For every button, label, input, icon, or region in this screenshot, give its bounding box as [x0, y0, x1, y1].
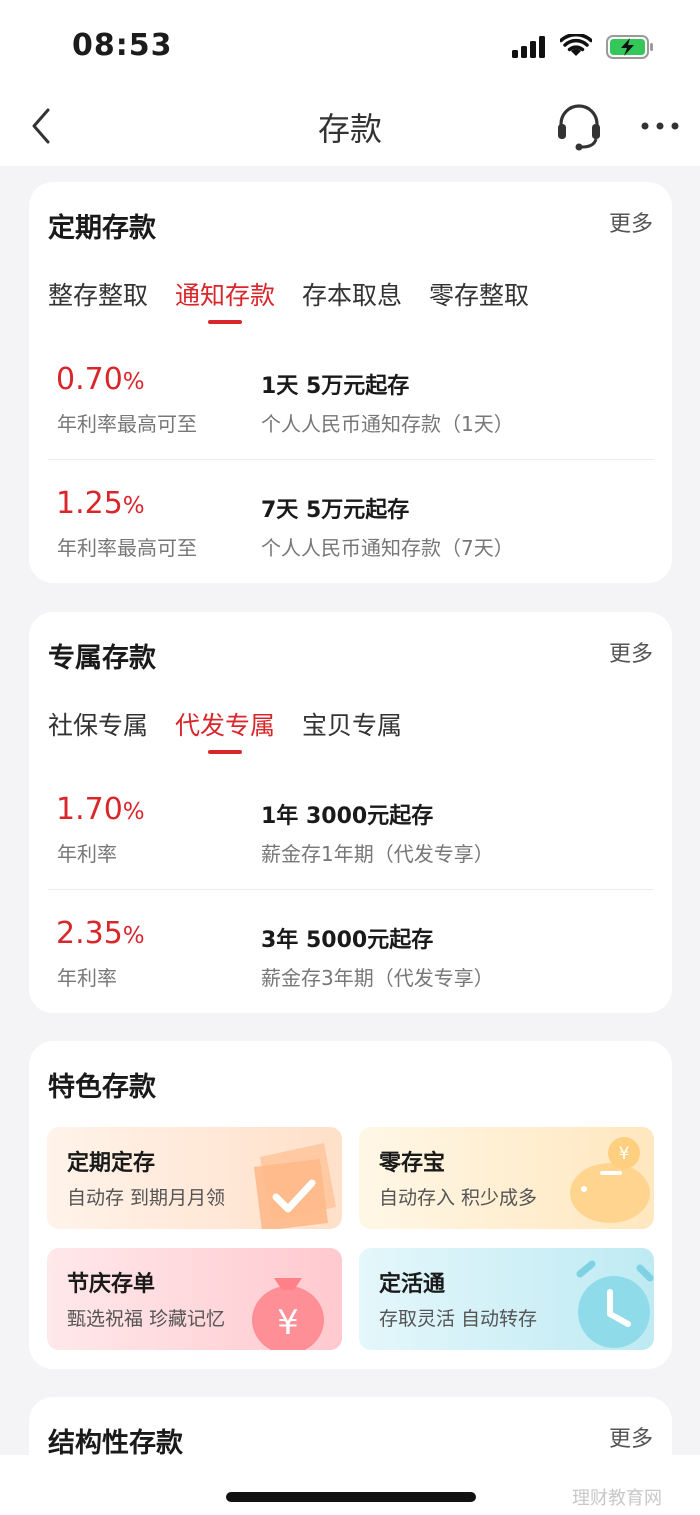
tab-installment-deposit[interactable]: 零存整取 — [429, 276, 529, 312]
exclusive-deposit-tabs: 社保专属 代发专属 宝贝专属 — [48, 706, 429, 754]
structured-deposit-more-link[interactable]: 更多 — [609, 1421, 653, 1453]
fixed-deposit-title: 定期存款 — [48, 213, 156, 244]
customer-service-icon[interactable] — [554, 100, 604, 152]
svg-text:¥: ¥ — [277, 1303, 299, 1343]
tile-subtitle: 存取灵活 自动转存 — [379, 1308, 538, 1330]
wallet-check-icon — [254, 1143, 336, 1229]
piggy-bank-icon: ¥ — [570, 1137, 650, 1223]
tile-title: 零存宝 — [379, 1151, 446, 1176]
tile-title: 定活通 — [379, 1272, 446, 1297]
wifi-icon — [560, 34, 592, 56]
status-time: 08:53 — [72, 28, 173, 63]
product-subtitle: 薪金存3年期（代发专享） — [261, 966, 494, 990]
tile-subtitle: 自动存入 积少成多 — [379, 1187, 538, 1209]
feature-tile-flexible-fixed[interactable]: 定活通 存取灵活 自动转存 — [359, 1248, 654, 1350]
tab-interest-withdrawal[interactable]: 存本取息 — [302, 276, 402, 312]
rate-label: 年利率最高可至 — [57, 536, 197, 560]
fixed-deposit-more-link[interactable]: 更多 — [609, 206, 653, 238]
product-title: 7天 5万元起存 — [261, 498, 410, 523]
exclusive-deposit-title: 专属存款 — [48, 643, 156, 674]
product-row[interactable]: 0.70% 年利率最高可至 1天 5万元起存 个人人民币通知存款（1天） — [29, 340, 672, 462]
product-row[interactable]: 1.70% 年利率 1年 3000元起存 薪金存1年期（代发专享） — [29, 770, 672, 892]
tile-subtitle: 自动存 到期月月领 — [67, 1187, 226, 1209]
more-options-icon[interactable] — [638, 114, 682, 138]
product-subtitle: 个人人民币通知存款（7天） — [261, 536, 514, 560]
status-bar: 08:53 — [0, 0, 700, 92]
product-row[interactable]: 2.35% 年利率 3年 5000元起存 薪金存3年期（代发专享） — [29, 894, 672, 1016]
product-title: 1天 5万元起存 — [261, 374, 410, 399]
home-indicator[interactable] — [226, 1492, 476, 1502]
fixed-deposit-tabs: 整存整取 通知存款 存本取息 零存整取 — [48, 276, 556, 324]
feature-tile-festival-certificate[interactable]: ¥ 节庆存单 甄选祝福 珍藏记忆 — [47, 1248, 342, 1350]
featured-deposit-card: 特色存款 定期定存 自动存 到期月月领 ¥ 零存宝 自动存入 积少成多 ¥ 节庆… — [29, 1041, 672, 1369]
product-subtitle: 个人人民币通知存款（1天） — [261, 412, 514, 436]
cellular-signal-icon — [512, 36, 548, 58]
feature-tile-small-savings[interactable]: ¥ 零存宝 自动存入 积少成多 — [359, 1127, 654, 1229]
navigation-bar: 存款 — [0, 92, 700, 166]
tile-subtitle: 甄选祝福 珍藏记忆 — [67, 1308, 226, 1330]
interest-rate: 1.70% — [56, 792, 145, 827]
tab-social-security[interactable]: 社保专属 — [48, 706, 148, 742]
divider — [48, 889, 654, 890]
feature-tile-fixed-periodic[interactable]: 定期定存 自动存 到期月月领 — [47, 1127, 342, 1229]
interest-rate: 2.35% — [56, 916, 145, 951]
watermark: 理财教育网 — [572, 1488, 662, 1509]
rate-label: 年利率 — [57, 842, 117, 866]
interest-rate: 1.25% — [56, 486, 145, 521]
tile-title: 节庆存单 — [67, 1272, 156, 1297]
product-row[interactable]: 1.25% 年利率最高可至 7天 5万元起存 个人人民币通知存款（7天） — [29, 464, 672, 586]
alarm-clock-icon — [576, 1260, 654, 1348]
fixed-deposit-card: 定期存款 更多 整存整取 通知存款 存本取息 零存整取 0.70% 年利率最高可至 1… — [29, 182, 672, 583]
product-title: 3年 5000元起存 — [261, 928, 434, 953]
tab-children[interactable]: 宝贝专属 — [302, 706, 402, 742]
tab-lump-sum[interactable]: 整存整取 — [48, 276, 148, 312]
svg-text:¥: ¥ — [619, 1144, 630, 1164]
product-subtitle: 薪金存1年期（代发专享） — [261, 842, 494, 866]
rate-label: 年利率 — [57, 966, 117, 990]
product-title: 1年 3000元起存 — [261, 804, 434, 829]
exclusive-deposit-card: 专属存款 更多 社保专属 代发专属 宝贝专属 1.70% 年利率 1年 3000元起… — [29, 612, 672, 1013]
money-bag-icon: ¥ — [252, 1278, 324, 1350]
tile-title: 定期定存 — [67, 1151, 156, 1176]
rate-label: 年利率最高可至 — [57, 412, 197, 436]
interest-rate: 0.70% — [56, 362, 145, 397]
featured-deposit-title: 特色存款 — [48, 1072, 156, 1103]
exclusive-deposit-more-link[interactable]: 更多 — [609, 636, 653, 668]
tab-payroll[interactable]: 代发专属 — [175, 706, 275, 754]
tab-notice-deposit[interactable]: 通知存款 — [175, 276, 275, 324]
battery-charging-icon — [606, 35, 653, 59]
divider — [48, 459, 654, 460]
